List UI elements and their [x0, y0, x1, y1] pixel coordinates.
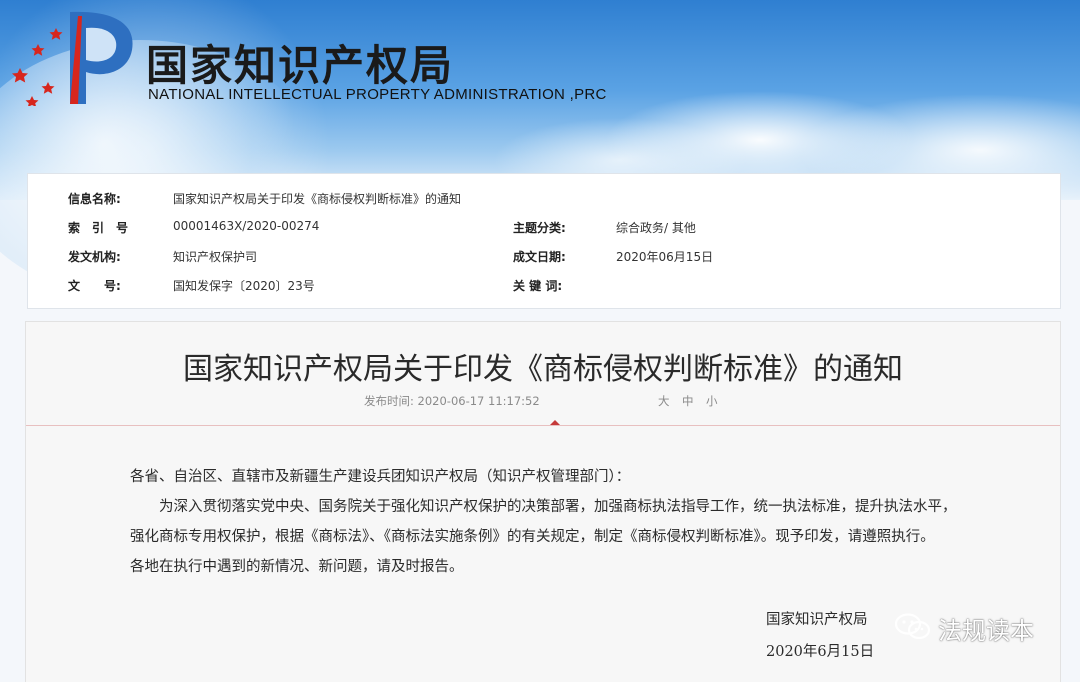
body-paragraph: 为深入贯彻落实党中央、国务院关于强化知识产权保护的决策部署，加强商标执法指导工作… — [159, 499, 957, 515]
publish-time: 发布时间: 2020-06-17 11:17:52 — [364, 394, 540, 408]
info-row-name: 信息名称: 国家知识产权局关于印发《商标侵权判断标准》的通知 — [28, 190, 1060, 218]
article-title: 国家知识产权局关于印发《商标侵权判断标准》的通知 — [183, 352, 903, 387]
issuer-value: 知识产权保护司 — [173, 250, 258, 264]
index-label: 索 引 号 — [68, 221, 129, 235]
info-row-issuer: 发文机构: 知识产权保护司 成文日期: 2020年06月15日 — [28, 248, 1060, 276]
docno-value: 国知发保字〔2020〕23号 — [173, 279, 315, 293]
font-size-large-button[interactable]: 大 — [658, 393, 670, 409]
info-row-index: 索 引 号 00001463X/2020-00274 主题分类: 综合政务/ 其… — [28, 219, 1060, 247]
date-value: 2020年06月15日 — [616, 250, 714, 264]
body-paragraph: 强化商标专用权保护，根据《商标法》、《商标法实施条例》的有关规定，制定《商标侵权… — [130, 529, 935, 545]
site-subtitle: NATIONAL INTELLECTUAL PROPERTY ADMINISTR… — [148, 86, 607, 103]
wechat-icon — [894, 613, 931, 640]
cnipa-emblem-icon[interactable] — [8, 6, 138, 106]
info-row-docno: 文 号: 国知发保字〔2020〕23号 关 键 词: — [28, 277, 1060, 305]
article-meta: 发布时间: 2020-06-17 11:17:52 大 中 小 — [26, 393, 1060, 409]
article-body: 各省、自治区、直辖市及新疆生产建设兵团知识产权局（知识产权管理部门）： 为深入贯… — [130, 462, 960, 582]
watermark-text: 法规读本 — [938, 617, 1034, 645]
title-divider — [26, 425, 1060, 426]
site-title[interactable]: 国家知识产权局 — [146, 32, 454, 93]
topic-value: 综合政务/ 其他 — [616, 221, 696, 235]
body-paragraph: 各地在执行中遇到的新情况、新问题，请及时报告。 — [130, 559, 464, 575]
issuer-label: 发文机构: — [68, 250, 121, 264]
header-banner: 国家知识产权局 NATIONAL INTELLECTUAL PROPERTY A… — [0, 0, 1080, 300]
name-value: 国家知识产权局关于印发《商标侵权判断标准》的通知 — [173, 192, 462, 206]
topic-label: 主题分类: — [513, 221, 566, 235]
signature-date: 2020年6月15日 — [766, 644, 875, 660]
signature-org: 国家知识产权局 — [766, 612, 868, 628]
font-size-medium-button[interactable]: 中 — [682, 393, 694, 409]
font-size-small-button[interactable]: 小 — [706, 393, 718, 409]
docno-label: 文 号: — [68, 279, 121, 293]
name-label: 信息名称: — [68, 192, 121, 206]
salutation-paragraph: 各省、自治区、直辖市及新疆生产建设兵团知识产权局（知识产权管理部门）： — [130, 469, 631, 485]
date-label: 成文日期: — [513, 250, 566, 264]
keywords-label: 关 键 词: — [513, 279, 563, 293]
index-value: 00001463X/2020-00274 — [173, 219, 320, 233]
divider-arrow-icon — [550, 420, 560, 425]
document-info-panel: 信息名称: 国家知识产权局关于印发《商标侵权判断标准》的通知 索 引 号 000… — [27, 173, 1061, 309]
